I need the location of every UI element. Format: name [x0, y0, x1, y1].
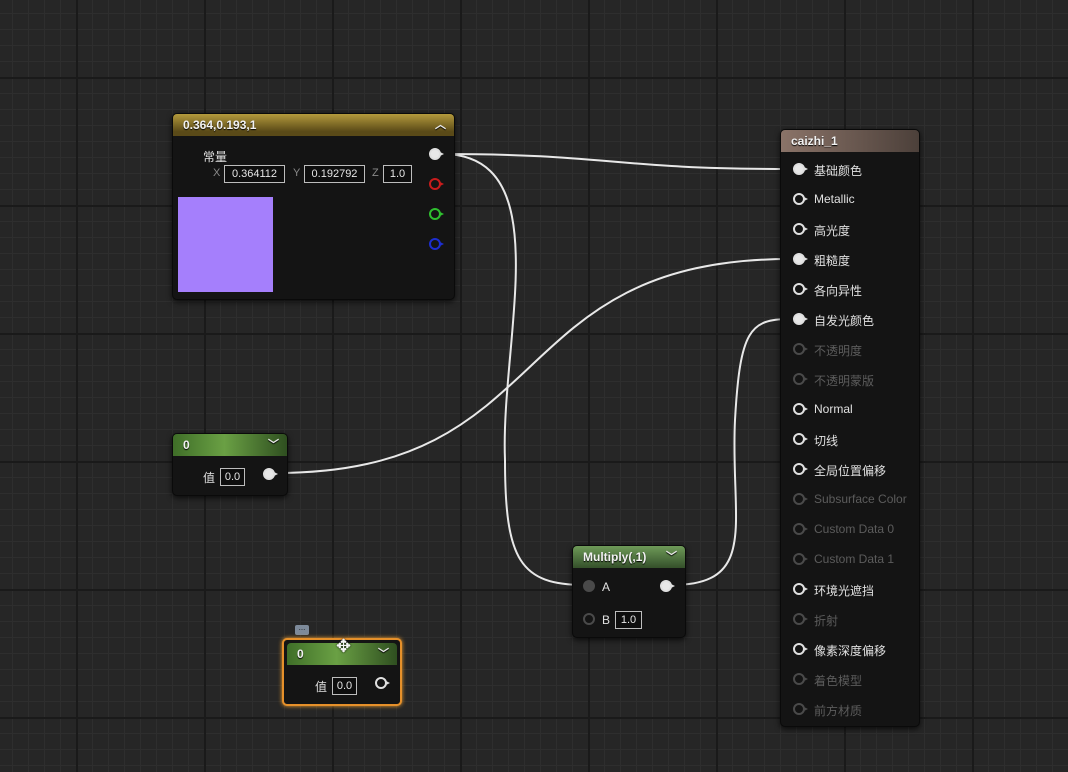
constant-vector-node[interactable]: 0.364,0.193,1 ︿ 常量 X 0.364112 Y 0.192792… [172, 113, 455, 300]
material-input-label: Custom Data 0 [814, 522, 895, 536]
output-pin[interactable] [263, 468, 278, 480]
material-input-label: 不透明蒙版 [814, 374, 875, 388]
value-label: 值 [315, 680, 328, 694]
node-header[interactable]: caizhi_1 [781, 130, 919, 152]
input-b-label: B [602, 613, 611, 627]
output-r-pin[interactable] [429, 178, 444, 190]
material-input-label: Normal [814, 402, 853, 416]
z-value-input[interactable]: 1.0 [383, 165, 412, 183]
output-b-pin[interactable] [429, 238, 444, 250]
x-value-input[interactable]: 0.364112 [224, 165, 285, 183]
material-input-label: 切线 [814, 434, 839, 448]
material-input-pin[interactable] [793, 463, 808, 475]
input-a-pin[interactable] [583, 580, 595, 592]
material-input-pin[interactable] [793, 193, 808, 205]
input-a-label: A [602, 580, 611, 594]
wire-multiply-to-emissive [671, 318, 791, 586]
material-input-label: 像素深度偏移 [814, 644, 887, 658]
chevron-down-icon[interactable]: ﹀ [378, 643, 389, 665]
material-input-pin[interactable] [793, 583, 808, 595]
material-input-label: Subsurface Color [814, 492, 907, 506]
material-input-pin[interactable] [793, 613, 808, 625]
material-input-pin[interactable] [793, 673, 808, 685]
scalar-node-1[interactable]: 0 ﹀ 值 0.0 [172, 433, 288, 496]
material-input-pin[interactable] [793, 493, 808, 505]
collapse-arrow-icon[interactable]: ︿ [435, 114, 446, 136]
node-title: 0 [297, 647, 304, 661]
node-title: caizhi_1 [791, 134, 838, 148]
material-input-label: 各向异性 [814, 284, 863, 298]
y-label: Y [293, 167, 301, 179]
material-input-pin[interactable] [793, 223, 808, 235]
material-input-pin[interactable] [793, 253, 808, 265]
material-input-label: 粗糙度 [814, 254, 851, 268]
material-input-label: 自发光颜色 [814, 314, 875, 328]
material-input-pin[interactable] [793, 523, 808, 535]
node-header[interactable]: 0 ﹀ [173, 434, 287, 456]
value-label: 值 [203, 471, 216, 485]
wire-constant-to-multiply-a [441, 153, 586, 586]
multiply-node[interactable]: Multiply(,1) ﹀ A B 1.0 [572, 545, 686, 638]
input-b-pin[interactable] [583, 613, 595, 625]
node-header[interactable]: 0.364,0.193,1 ︿ [173, 114, 454, 136]
chevron-down-icon[interactable]: ﹀ [268, 434, 279, 456]
color-preview-swatch [178, 197, 273, 292]
material-input-label: 不透明度 [814, 344, 863, 358]
value-input[interactable]: 0.0 [332, 677, 357, 695]
wire-constant-to-base-color [441, 153, 791, 170]
node-header[interactable]: Multiply(,1) ﹀ [573, 546, 685, 568]
y-value-input[interactable]: 0.192792 [304, 165, 365, 183]
material-input-pin[interactable] [793, 553, 808, 565]
node-title: 0 [183, 438, 190, 452]
chevron-down-icon[interactable]: ﹀ [666, 546, 677, 568]
x-label: X [213, 167, 221, 179]
material-input-pin[interactable] [793, 163, 808, 175]
output-label: 常量 [203, 150, 228, 164]
material-input-label: 前方材质 [814, 704, 863, 718]
comment-bubble-icon[interactable]: ... [295, 624, 309, 635]
material-input-label: 基础颜色 [814, 164, 863, 178]
material-input-pin[interactable] [793, 433, 808, 445]
node-title: 0.364,0.193,1 [183, 118, 257, 132]
output-rgb-pin[interactable] [429, 148, 444, 160]
material-input-pin[interactable] [793, 343, 808, 355]
material-input-label: Metallic [814, 192, 855, 206]
node-title: Multiply(,1) [583, 550, 647, 564]
output-g-pin[interactable] [429, 208, 444, 220]
material-input-label: 折射 [814, 614, 839, 628]
material-input-pin[interactable] [793, 313, 808, 325]
material-input-label: 高光度 [814, 224, 851, 238]
material-input-label: 全局位置偏移 [814, 464, 887, 478]
material-input-pin[interactable] [793, 373, 808, 385]
value-input[interactable]: 0.0 [220, 468, 245, 486]
input-b-value[interactable]: 1.0 [615, 611, 642, 629]
material-result-node[interactable]: caizhi_1 基础颜色 Metallic 高光度粗糙度各向异性自发光颜色不透明度… [780, 129, 920, 727]
output-pin[interactable] [375, 677, 390, 689]
material-input-label: Custom Data 1 [814, 552, 895, 566]
output-pin[interactable] [660, 580, 675, 592]
material-input-pin[interactable] [793, 283, 808, 295]
move-cursor-icon: ✥ [336, 636, 352, 656]
material-input-label: 环境光遮挡 [814, 584, 875, 598]
material-input-pin[interactable] [793, 703, 808, 715]
material-input-label: 着色模型 [814, 674, 863, 688]
material-input-pin[interactable] [793, 403, 808, 415]
z-label: Z [372, 167, 379, 179]
material-input-pin[interactable] [793, 643, 808, 655]
